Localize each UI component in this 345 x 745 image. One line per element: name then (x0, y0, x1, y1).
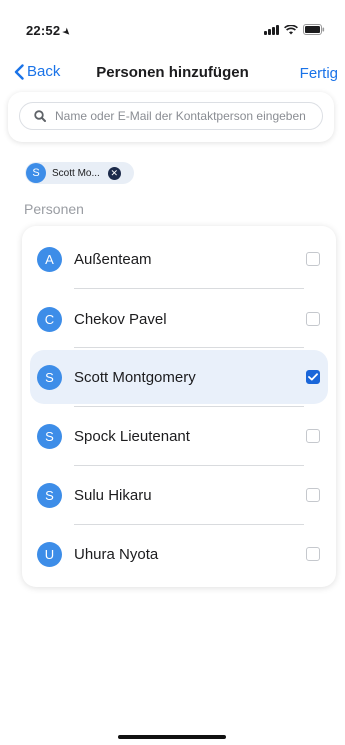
location-arrow-icon: ➤ (59, 25, 74, 40)
chip-label: Scott Mo... (52, 167, 100, 179)
person-avatar: U (37, 541, 62, 567)
person-checkbox[interactable] (306, 252, 320, 266)
search-icon (34, 110, 46, 122)
person-avatar: S (37, 364, 62, 390)
chip-remove-icon[interactable]: ✕ (107, 166, 121, 180)
signal-icon (264, 24, 279, 35)
search-container (8, 92, 334, 142)
divider (74, 347, 304, 348)
chip-avatar: S (26, 163, 46, 183)
list-item[interactable]: U Uhura Nyota (30, 527, 328, 581)
divider (74, 406, 304, 407)
done-button[interactable]: Fertig (300, 65, 338, 82)
list-item[interactable]: S Spock Lieutenant (30, 409, 328, 463)
status-bar: 22:52➤ (0, 0, 345, 50)
navigation-bar: Back Personen hinzufügen Fertig (0, 50, 345, 90)
people-list: A Außenteam C Chekov Pavel S Scott Montg… (22, 226, 336, 587)
list-item[interactable]: S Sulu Hikaru (30, 468, 328, 522)
person-name: Uhura Nyota (74, 545, 159, 563)
checkmark-icon (308, 373, 318, 381)
divider (74, 465, 304, 466)
divider (74, 288, 304, 289)
section-header: Personen (24, 201, 84, 217)
person-checkbox[interactable] (306, 312, 320, 326)
list-item[interactable]: C Chekov Pavel (30, 292, 328, 346)
home-indicator (118, 735, 226, 739)
page-title: Personen hinzufügen (96, 64, 249, 81)
person-checkbox[interactable] (306, 429, 320, 443)
search-box[interactable] (19, 102, 323, 130)
battery-icon (303, 24, 325, 35)
person-avatar: A (37, 246, 62, 272)
person-name: Chekov Pavel (74, 310, 167, 328)
person-avatar: C (37, 306, 62, 332)
search-input[interactable] (55, 109, 315, 123)
selected-person-chip[interactable]: S Scott Mo... ✕ (25, 162, 134, 184)
divider (74, 524, 304, 525)
wifi-icon (284, 24, 298, 35)
status-time-wrap: 22:52➤ (26, 23, 74, 40)
status-time: 22:52 (26, 23, 61, 38)
person-name: Scott Montgomery (74, 368, 196, 386)
list-item[interactable]: A Außenteam (30, 232, 328, 286)
person-name: Außenteam (74, 250, 152, 268)
list-item[interactable]: S Scott Montgomery (30, 350, 328, 404)
phone-screen: 22:52➤ Back Personen hinzufügen Fertig N… (0, 0, 345, 745)
person-avatar: S (37, 482, 62, 508)
person-checkbox[interactable] (306, 370, 320, 384)
status-icons (264, 24, 325, 35)
person-avatar: S (37, 423, 62, 449)
person-checkbox[interactable] (306, 488, 320, 502)
person-checkbox[interactable] (306, 547, 320, 561)
person-name: Sulu Hikaru (74, 486, 152, 504)
person-name: Spock Lieutenant (74, 427, 190, 445)
